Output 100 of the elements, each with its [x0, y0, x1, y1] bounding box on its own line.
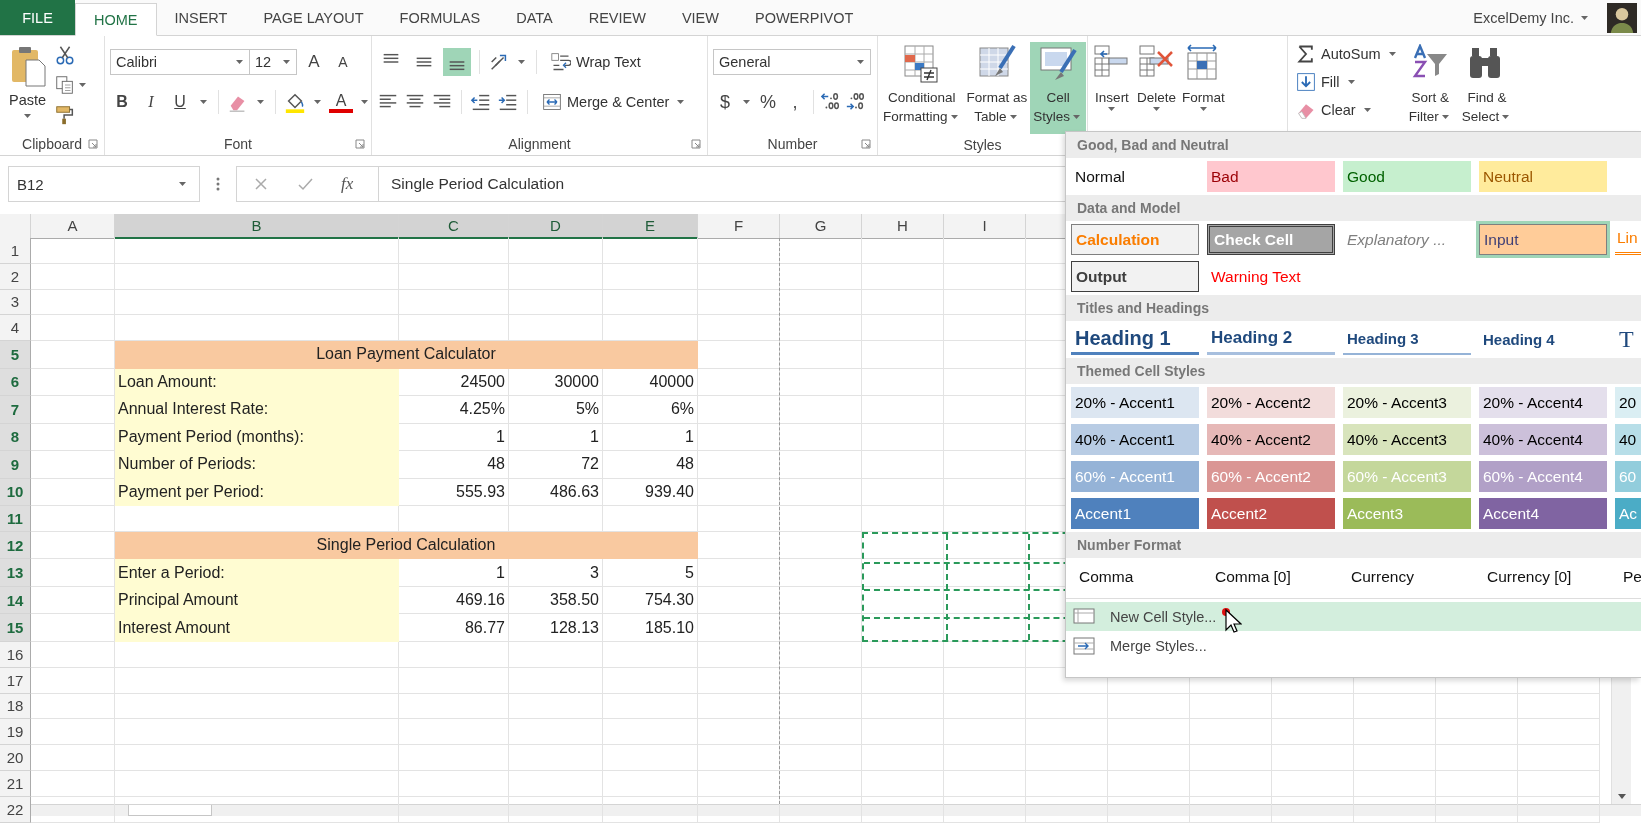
account-name[interactable]: ExcelDemy Inc.: [1473, 9, 1574, 26]
row-header[interactable]: 9: [0, 451, 31, 479]
style-option[interactable]: Explanatory ...: [1343, 224, 1471, 255]
column-header[interactable]: G: [780, 214, 862, 239]
dialog-launcher-icon[interactable]: [691, 139, 701, 149]
style-option[interactable]: 40% - Accent4: [1479, 424, 1607, 455]
style-option[interactable]: 40% - Accent1: [1071, 424, 1199, 455]
name-box[interactable]: B12: [8, 166, 200, 202]
column-header[interactable]: F: [698, 214, 780, 239]
column-header[interactable]: H: [862, 214, 944, 239]
autosum-button[interactable]: AutoSum: [1293, 42, 1402, 66]
find-select-button[interactable]: Find & Select: [1458, 42, 1516, 134]
row-header[interactable]: 1: [0, 238, 31, 264]
ribbon-tab[interactable]: POWERPIVOT: [737, 0, 872, 36]
italic-button[interactable]: I: [139, 91, 163, 113]
percent-button[interactable]: %: [756, 89, 780, 115]
row-header[interactable]: 10: [0, 478, 31, 507]
dialog-launcher-icon[interactable]: [355, 139, 365, 149]
style-option[interactable]: Output: [1071, 261, 1199, 292]
style-option[interactable]: 40% - Accent3: [1343, 424, 1471, 455]
row-header[interactable]: 12: [0, 532, 31, 560]
menu-item[interactable]: New Cell Style...: [1066, 602, 1641, 631]
row-header[interactable]: 7: [0, 396, 31, 424]
ribbon-tab[interactable]: VIEW: [663, 0, 737, 36]
row-header[interactable]: 8: [0, 423, 31, 452]
column-header[interactable]: A: [31, 214, 115, 239]
column-header[interactable]: D: [509, 214, 603, 239]
style-option[interactable]: Accent2: [1207, 498, 1335, 529]
paste-button[interactable]: Paste: [5, 42, 51, 120]
insert-button[interactable]: Insert: [1090, 42, 1134, 134]
style-option[interactable]: 20% - Accent1: [1071, 387, 1199, 418]
style-option[interactable]: Heading 4: [1479, 324, 1607, 355]
underline-button[interactable]: U: [168, 91, 192, 113]
dialog-launcher-icon[interactable]: [88, 139, 98, 149]
style-option[interactable]: Currency [0]: [1479, 561, 1607, 592]
column-header[interactable]: C: [399, 214, 509, 239]
font-color-button[interactable]: A: [329, 91, 353, 113]
row-header[interactable]: 3: [0, 289, 31, 316]
row-header[interactable]: 6: [0, 368, 31, 397]
style-option[interactable]: Accent4: [1479, 498, 1607, 529]
dialog-launcher-icon[interactable]: [861, 139, 871, 149]
row-header[interactable]: 20: [0, 745, 31, 771]
delete-button[interactable]: Delete: [1134, 42, 1180, 134]
row-header[interactable]: 4: [0, 315, 31, 342]
insert-function-button[interactable]: fx: [341, 174, 354, 194]
style-option[interactable]: 20: [1615, 387, 1641, 418]
row-header[interactable]: 22: [0, 796, 31, 823]
style-option[interactable]: Neutral: [1479, 161, 1607, 192]
style-option[interactable]: Warning Text: [1207, 261, 1335, 292]
ribbon-tab[interactable]: PAGE LAYOUT: [245, 0, 382, 36]
style-option[interactable]: Comma [0]: [1207, 561, 1335, 592]
grow-font-button[interactable]: A: [302, 50, 326, 74]
style-option[interactable]: 20% - Accent2: [1207, 387, 1335, 418]
row-header[interactable]: 18: [0, 693, 31, 720]
row-header[interactable]: 11: [0, 506, 31, 532]
row-header[interactable]: 14: [0, 587, 31, 615]
ribbon-tab[interactable]: HOME: [75, 3, 157, 36]
style-option[interactable]: Pe: [1615, 561, 1641, 592]
row-header[interactable]: 13: [0, 559, 31, 587]
style-option[interactable]: T: [1615, 324, 1641, 355]
column-header[interactable]: E: [603, 214, 698, 239]
column-header[interactable]: B: [115, 214, 399, 239]
style-option[interactable]: 20% - Accent4: [1479, 387, 1607, 418]
format-button[interactable]: Format: [1179, 42, 1228, 134]
column-header[interactable]: I: [944, 214, 1026, 239]
menu-item[interactable]: Merge Styles...: [1066, 631, 1641, 660]
style-option[interactable]: Heading 3: [1343, 324, 1471, 355]
ribbon-tab[interactable]: FORMULAS: [381, 0, 499, 36]
sort-filter-button[interactable]: Sort & Filter: [1405, 42, 1455, 134]
wrap-text-button[interactable]: Wrap Text: [545, 50, 644, 74]
style-option[interactable]: Heading 1: [1071, 324, 1199, 355]
scroll-down-icon[interactable]: [1616, 793, 1627, 800]
fill-button[interactable]: Fill: [1293, 70, 1402, 94]
row-header[interactable]: 5: [0, 341, 31, 369]
style-option[interactable]: 20% - Accent3: [1343, 387, 1471, 418]
style-option[interactable]: Comma: [1071, 561, 1199, 592]
row-header[interactable]: 15: [0, 614, 31, 642]
font-name-field[interactable]: Calibri: [110, 49, 250, 75]
style-option[interactable]: Bad: [1207, 161, 1335, 192]
style-option[interactable]: Input: [1479, 224, 1607, 255]
row-header[interactable]: 21: [0, 770, 31, 797]
row-header[interactable]: 19: [0, 719, 31, 746]
merge-center-button[interactable]: Merge & Center: [536, 90, 691, 114]
clear-button[interactable]: Clear: [1293, 98, 1402, 122]
font-size-field[interactable]: 12: [249, 49, 297, 75]
fill-color-icon[interactable]: [284, 91, 306, 113]
style-option[interactable]: Good: [1343, 161, 1471, 192]
format-as-table-button[interactable]: Format as Table: [963, 42, 1031, 134]
row-header[interactable]: 16: [0, 642, 31, 668]
bold-button[interactable]: B: [110, 91, 134, 113]
style-option[interactable]: 40: [1615, 424, 1641, 455]
style-option[interactable]: Currency: [1343, 561, 1471, 592]
row-header[interactable]: 17: [0, 667, 31, 694]
conditional-formatting-button[interactable]: Conditional Formatting: [880, 42, 964, 134]
style-option[interactable]: Heading 2: [1207, 324, 1335, 355]
file-tab[interactable]: FILE: [0, 0, 75, 35]
avatar-icon[interactable]: [1607, 2, 1637, 33]
align-bottom-icon[interactable]: [443, 48, 471, 76]
cell-styles-button[interactable]: Cell Styles: [1030, 42, 1087, 134]
ribbon-tab[interactable]: DATA: [498, 0, 571, 36]
